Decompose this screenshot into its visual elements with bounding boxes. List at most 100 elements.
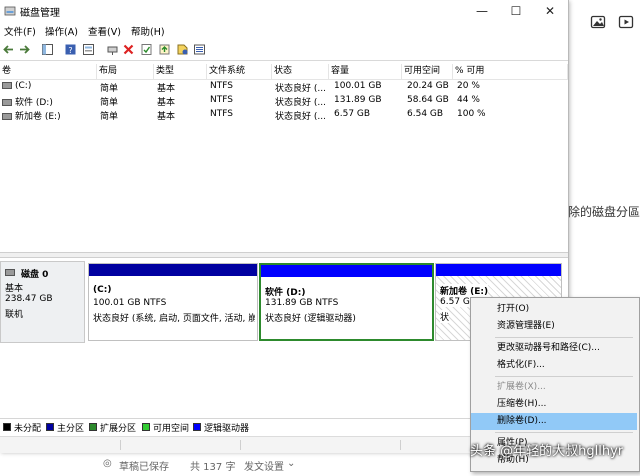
filesystem-cell: NTFS xyxy=(210,95,233,105)
partition-status: 状态良好 (系统, 启动, 页面文件, 活动, 崩 xyxy=(93,314,255,324)
word-count: 共 137 字 xyxy=(190,462,236,473)
layout-cell: 简单 xyxy=(100,112,119,122)
drive-icon xyxy=(2,99,12,106)
filesystem-cell: NTFS xyxy=(210,109,233,119)
menu-bar: 文件(F) 操作(A) 查看(V) 帮助(H) xyxy=(0,22,568,39)
partition-label: 新加卷 (E:) xyxy=(440,284,489,297)
help-icon[interactable]: ? xyxy=(64,43,77,56)
type-cell: 基本 xyxy=(157,112,176,122)
menu-file[interactable]: 文件(F) xyxy=(4,24,36,38)
status-divider xyxy=(240,440,241,450)
logical-drive-bar xyxy=(436,264,561,276)
image-icon[interactable] xyxy=(590,14,606,30)
status-cell: 状态良好 (... xyxy=(275,98,326,108)
free-space-cell: 20.24 GB xyxy=(407,81,449,91)
partition-d[interactable]: 软件 (D:) 131.89 GB NTFS 状态良好 (逻辑驱动器) xyxy=(259,263,434,341)
menu-item-shrink-volume[interactable]: 压缩卷(H)... xyxy=(471,396,637,413)
table-row[interactable]: (C:) 简单 基本 NTFS 状态良好 (... 100.01 GB 20.2… xyxy=(0,80,568,94)
wizard-icon[interactable] xyxy=(176,43,189,56)
forward-arrow-icon[interactable] xyxy=(18,43,31,56)
partition-size: 131.89 GB NTFS xyxy=(265,298,339,308)
table-row[interactable]: 软件 (D:) 简单 基本 NTFS 状态良好 (... 131.89 GB 5… xyxy=(0,94,568,108)
menu-separator xyxy=(495,432,633,433)
col-filesystem[interactable]: 文件系统 xyxy=(207,64,272,79)
menu-item-explorer[interactable]: 资源管理器(E) xyxy=(471,318,637,335)
col-layout[interactable]: 布局 xyxy=(97,64,154,79)
publish-settings[interactable]: 发文设置 xyxy=(244,458,284,473)
col-volume[interactable]: 卷 xyxy=(0,64,97,79)
menu-item-open[interactable]: 打开(O) xyxy=(471,301,637,318)
volume-list: 卷 布局 类型 文件系统 状态 容量 可用空间 % 可用 (C:) 简单 基本 … xyxy=(0,64,568,252)
properties-icon[interactable] xyxy=(82,43,95,56)
disk-0-label[interactable]: 磁盘 0 基本 238.47 GB 联机 xyxy=(0,261,85,343)
col-type[interactable]: 类型 xyxy=(154,64,207,79)
col-free-space[interactable]: 可用空间 xyxy=(402,64,453,79)
chevron-down-icon[interactable]: ⌄ xyxy=(287,458,295,469)
disk-drive-icon xyxy=(5,268,18,278)
legend-unallocated: 未分配 xyxy=(14,424,42,434)
menu-separator xyxy=(495,337,633,338)
menu-help[interactable]: 帮助(H) xyxy=(131,24,165,38)
menu-view[interactable]: 查看(V) xyxy=(88,24,121,38)
legend-logical: 逻辑驱动器 xyxy=(204,424,250,434)
menu-item-change-drive-letter[interactable]: 更改驱动器号和路径(C)... xyxy=(471,340,637,357)
legend-swatch-logical xyxy=(193,423,201,431)
free-space-cell: 58.64 GB xyxy=(407,95,449,105)
drive-icon xyxy=(2,82,12,89)
disk-management-app-icon xyxy=(4,6,16,16)
partition-status: 状态良好 (逻辑驱动器) xyxy=(265,314,356,324)
back-arrow-icon[interactable] xyxy=(2,43,15,56)
saved-icon: ◎ xyxy=(103,458,112,469)
percent-free-cell: 100 % xyxy=(457,109,486,119)
volume-list-header: 卷 布局 类型 文件系统 状态 容量 可用空间 % 可用 xyxy=(0,64,568,80)
legend-swatch-free xyxy=(142,423,150,431)
partition-size: 100.01 GB NTFS xyxy=(93,298,167,308)
legend-extended: 扩展分区 xyxy=(100,424,137,434)
menu-item-delete-volume[interactable]: 删除卷(D)... xyxy=(471,413,637,430)
svg-text:?: ? xyxy=(68,46,72,55)
type-cell: 基本 xyxy=(157,98,176,108)
legend-swatch-primary xyxy=(46,423,54,431)
legend-swatch-unallocated xyxy=(3,423,11,431)
close-button[interactable]: ✕ xyxy=(540,2,560,20)
checklist-icon[interactable] xyxy=(140,43,153,56)
volume-name-cell: 软件 (D:) xyxy=(2,95,53,108)
free-space-cell: 6.54 GB xyxy=(407,109,444,119)
view-list-icon[interactable] xyxy=(193,43,206,56)
console-tree-icon[interactable] xyxy=(41,43,54,56)
volume-name-cell: (C:) xyxy=(2,81,31,91)
watermark: 头条 @年轻的大叔hgllhyr xyxy=(470,444,624,459)
menu-item-extend-volume: 扩展卷(X)... xyxy=(497,382,546,392)
percent-free-cell: 20 % xyxy=(457,81,480,91)
menu-action[interactable]: 操作(A) xyxy=(45,24,78,38)
minimize-button[interactable]: — xyxy=(472,2,492,20)
col-status[interactable]: 状态 xyxy=(272,64,329,79)
layout-cell: 简单 xyxy=(100,84,119,94)
capacity-cell: 131.89 GB xyxy=(334,95,382,105)
status-divider xyxy=(400,440,401,450)
layout-cell: 简单 xyxy=(100,98,119,108)
col-capacity[interactable]: 容量 xyxy=(329,64,402,79)
drive-icon xyxy=(2,113,12,120)
percent-free-cell: 44 % xyxy=(457,95,480,105)
legend-primary: 主分区 xyxy=(57,424,85,434)
video-icon[interactable] xyxy=(618,14,634,30)
status-divider xyxy=(120,440,121,450)
status-cell: 状态良好 (... xyxy=(275,112,326,122)
logical-drive-bar xyxy=(261,265,432,277)
table-row[interactable]: 新加卷 (E:) 简单 基本 NTFS 状态良好 (... 6.57 GB 6.… xyxy=(0,108,568,122)
capacity-cell: 100.01 GB xyxy=(334,81,382,91)
delete-icon[interactable] xyxy=(122,43,135,56)
partition-c[interactable]: (C:) 100.01 GB NTFS 状态良好 (系统, 启动, 页面文件, … xyxy=(88,263,258,341)
legend-swatch-extended xyxy=(89,423,97,431)
title-bar: 磁盘管理 — ☐ ✕ xyxy=(0,0,568,22)
disk-status: 联机 xyxy=(5,310,24,320)
connect-icon[interactable] xyxy=(106,43,119,56)
new-volume-icon[interactable] xyxy=(158,43,171,56)
menu-item-format[interactable]: 格式化(F)... xyxy=(471,357,637,374)
disk-type: 基本 xyxy=(5,284,24,294)
legend-free: 可用空间 xyxy=(153,424,190,434)
volume-name-cell: 新加卷 (E:) xyxy=(2,109,61,122)
col-percent-free[interactable]: % 可用 xyxy=(453,64,568,79)
maximize-button[interactable]: ☐ xyxy=(506,2,526,20)
